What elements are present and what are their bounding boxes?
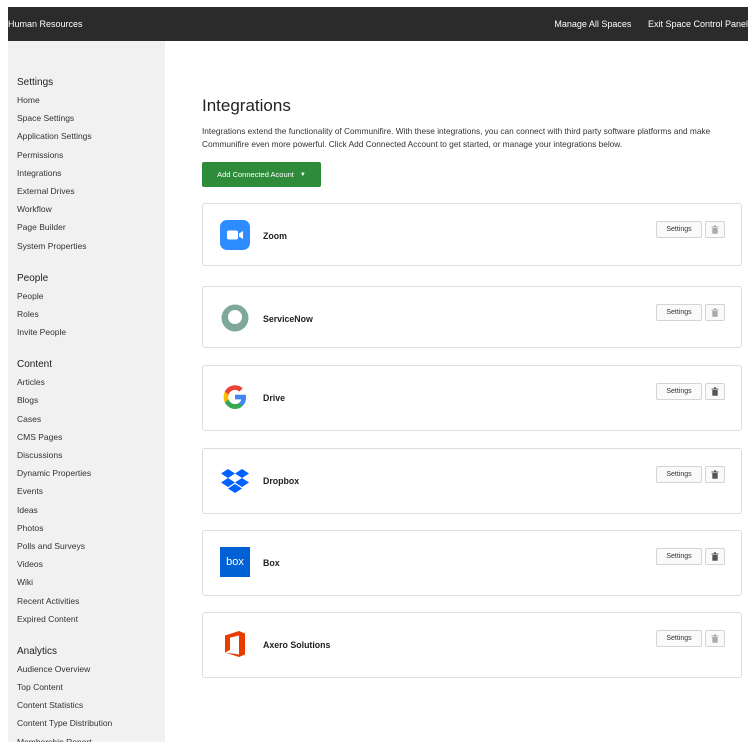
servicenow-icon <box>221 304 249 332</box>
trash-icon <box>711 470 719 479</box>
settings-button[interactable]: Settings <box>656 466 702 483</box>
sidebar-section-content: Content Articles Blogs Cases CMS Pages D… <box>8 357 165 628</box>
sidebar-section-analytics: Analytics Audience Overview Top Content … <box>8 644 165 742</box>
sidebar-item-blogs[interactable]: Blogs <box>17 391 165 409</box>
sidebar-heading: People <box>17 272 49 284</box>
top-nav: Manage All Spaces Exit Space Control Pan… <box>540 19 748 29</box>
sidebar-heading: Content <box>17 359 53 371</box>
delete-button[interactable] <box>705 304 725 321</box>
sidebar-item-expired-content[interactable]: Expired Content <box>17 610 165 628</box>
sidebar-item-membership-report[interactable]: Membership Report <box>17 733 165 742</box>
integration-card-zoom: Zoom Settings <box>202 203 742 266</box>
delete-button[interactable] <box>705 221 725 238</box>
sidebar-item-permissions[interactable]: Permissions <box>17 146 165 164</box>
sidebar-item-space-settings[interactable]: Space Settings <box>17 109 165 127</box>
integration-name: Zoom <box>263 231 287 241</box>
integration-name: Axero Solutions <box>263 640 331 650</box>
integration-card-drive: Drive Settings <box>202 365 742 431</box>
sidebar-item-polls-and-surveys[interactable]: Polls and Surveys <box>17 537 165 555</box>
trash-icon <box>711 225 719 234</box>
manage-all-spaces-link[interactable]: Manage All Spaces <box>554 19 631 29</box>
box-logo-text: box <box>226 556 244 568</box>
sidebar-item-ideas[interactable]: Ideas <box>17 501 165 519</box>
sidebar-item-articles[interactable]: Articles <box>17 373 165 391</box>
integration-name: ServiceNow <box>263 314 313 324</box>
delete-button[interactable] <box>705 630 725 647</box>
sidebar-item-people[interactable]: People <box>17 287 165 305</box>
add-connected-account-button[interactable]: Add Connected Acount ▼ <box>202 162 321 187</box>
page-description: Integrations extend the functionality of… <box>202 126 711 149</box>
trash-icon <box>711 387 719 396</box>
sidebar-item-wiki[interactable]: Wiki <box>17 573 165 591</box>
office-icon <box>225 631 245 657</box>
sidebar-item-photos[interactable]: Photos <box>17 519 165 537</box>
sidebar-item-videos[interactable]: Videos <box>17 555 165 573</box>
trash-icon <box>711 552 719 561</box>
sidebar-section-people: People People Roles Invite People <box>8 271 165 342</box>
add-connected-account-label: Add Connected Acount <box>217 170 294 179</box>
integration-card-dropbox: Dropbox Settings <box>202 448 742 514</box>
sidebar-item-discussions[interactable]: Discussions <box>17 446 165 464</box>
settings-button[interactable]: Settings <box>656 221 702 238</box>
delete-button[interactable] <box>705 466 725 483</box>
exit-space-control-panel-link[interactable]: Exit Space Control Panel <box>648 19 748 29</box>
delete-button[interactable] <box>705 383 725 400</box>
sidebar-item-top-content[interactable]: Top Content <box>17 678 165 696</box>
integration-name: Drive <box>263 393 286 403</box>
settings-button[interactable]: Settings <box>656 548 702 565</box>
sidebar-section-settings: Settings Home Space Settings Application… <box>8 75 165 255</box>
integration-card-servicenow: ServiceNow Settings <box>202 286 742 348</box>
zoom-icon <box>220 220 250 250</box>
integration-card-box: box Box Settings <box>202 530 742 596</box>
sidebar-item-external-drives[interactable]: External Drives <box>17 182 165 200</box>
delete-button[interactable] <box>705 548 725 565</box>
trash-icon <box>711 308 719 317</box>
sidebar-item-content-type-distribution[interactable]: Content Type Distribution <box>17 714 165 732</box>
sidebar-item-dynamic-properties[interactable]: Dynamic Properties <box>17 464 165 482</box>
sidebar-item-workflow[interactable]: Workflow <box>17 200 165 218</box>
sidebar-item-roles[interactable]: Roles <box>17 305 165 323</box>
sidebar-item-home[interactable]: Home <box>17 91 165 109</box>
google-drive-icon <box>223 385 246 409</box>
sidebar-item-integrations[interactable]: Integrations <box>17 164 165 182</box>
settings-button[interactable]: Settings <box>656 304 702 321</box>
settings-button[interactable]: Settings <box>656 383 702 400</box>
dropbox-icon <box>221 469 249 493</box>
page-title: Integrations <box>202 96 291 115</box>
integration-card-axero-solutions: Axero Solutions Settings <box>202 612 742 678</box>
box-icon: box <box>220 547 250 577</box>
integration-name: Dropbox <box>263 476 300 486</box>
top-bar: Human Resources Manage All Spaces Exit S… <box>8 7 748 41</box>
sidebar-item-system-properties[interactable]: System Properties <box>17 237 165 255</box>
sidebar-item-invite-people[interactable]: Invite People <box>17 323 165 341</box>
sidebar-item-cases[interactable]: Cases <box>17 410 165 428</box>
sidebar-item-cms-pages[interactable]: CMS Pages <box>17 428 165 446</box>
sidebar-heading: Analytics <box>17 645 58 657</box>
caret-down-icon: ▼ <box>299 171 306 178</box>
sidebar-item-application-settings[interactable]: Application Settings <box>17 127 165 145</box>
sidebar-item-events[interactable]: Events <box>17 482 165 500</box>
sidebar-item-recent-activities[interactable]: Recent Activities <box>17 592 165 610</box>
trash-icon <box>711 634 719 643</box>
integration-name: Box <box>263 558 280 568</box>
space-title: Human Resources <box>8 19 83 29</box>
sidebar-item-page-builder[interactable]: Page Builder <box>17 218 165 236</box>
sidebar-item-content-statistics[interactable]: Content Statistics <box>17 696 165 714</box>
sidebar-heading: Settings <box>17 77 54 88</box>
sidebar-item-audience-overview[interactable]: Audience Overview <box>17 660 165 678</box>
sidebar: Settings Home Space Settings Application… <box>8 41 165 742</box>
settings-button[interactable]: Settings <box>656 630 702 647</box>
